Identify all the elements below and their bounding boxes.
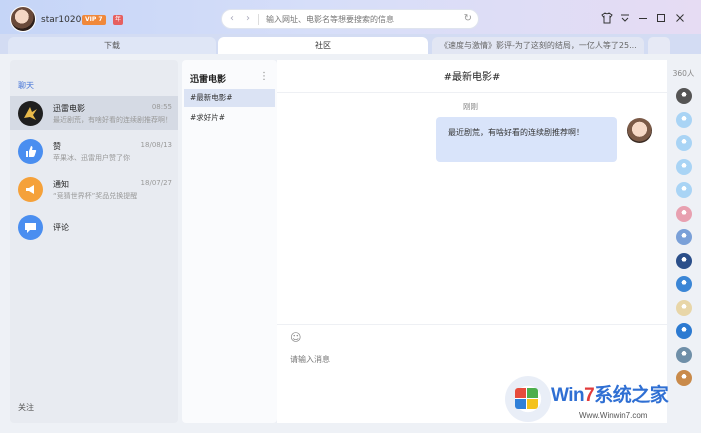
member-panel: 360人 (668, 60, 699, 423)
chat-item-movie[interactable]: 迅雷电影 08:55 最近剧荒，有啥好看的连续剧推荐啊！ (10, 96, 178, 130)
address-separator (258, 14, 259, 25)
member-avatar[interactable] (676, 205, 692, 222)
shirt-icon[interactable] (601, 12, 613, 24)
member-avatar[interactable] (676, 229, 692, 245)
windows-logo-icon (505, 376, 551, 422)
member-avatar[interactable] (676, 346, 692, 363)
chat-item-preview: 苹果冰、迅雷用户赞了你 (53, 154, 130, 162)
chat-item-title: 迅雷电影 (53, 104, 85, 113)
username[interactable]: star1020 (41, 15, 81, 25)
chat-item-likes[interactable]: 赞 18/08/13 苹果冰、迅雷用户赞了你 (10, 134, 178, 168)
new-tab-button[interactable] (648, 37, 670, 54)
vip-badge[interactable]: VIP 7 (82, 15, 106, 25)
chevron-left-icon[interactable]: ‹ (230, 12, 234, 26)
address-input[interactable] (266, 12, 456, 26)
chevron-right-icon[interactable]: › (246, 12, 250, 26)
chat-title: #最新电影# (443, 72, 501, 83)
member-count: 360人 (672, 69, 695, 78)
sender-avatar[interactable] (627, 118, 652, 143)
member-avatar[interactable] (676, 111, 692, 128)
watermark-url: Www.Winwin7.com (579, 411, 648, 420)
chat-item-comments[interactable]: 评论 (10, 210, 178, 244)
chat-item-preview: 最近剧荒，有啥好看的连续剧推荐啊！ (53, 116, 171, 124)
refresh-icon[interactable]: ↻ (464, 12, 472, 26)
user-avatar[interactable] (10, 6, 36, 32)
group-title: 迅雷电影 (190, 75, 227, 85)
tab-movie-review[interactable]: 《速度与激情》影评-为了这刻的结局，一亿人等了25... (432, 37, 644, 54)
maximize-icon[interactable] (655, 12, 667, 24)
chat-item-title: 评论 (53, 223, 69, 232)
follow-link[interactable]: 关注 (18, 402, 34, 413)
thumbs-up-icon (18, 139, 43, 164)
chat-item-time: 18/07/27 (140, 179, 172, 187)
movie-logo-icon (18, 101, 43, 126)
topic-item-latest-movies[interactable]: #最新电影# (184, 89, 275, 107)
topic-item-seeking-films[interactable]: #求好片# (184, 109, 275, 127)
member-avatar[interactable] (676, 299, 692, 316)
minimize-icon[interactable] (637, 12, 649, 24)
input-divider (277, 324, 667, 325)
member-avatar[interactable] (676, 182, 692, 198)
chat-sidebar: 聊天 迅雷电影 08:55 最近剧荒，有啥好看的连续剧推荐啊！ 赞 18/08/… (10, 60, 178, 423)
close-icon[interactable] (674, 12, 686, 24)
comment-icon (18, 215, 43, 240)
chat-item-time: 18/08/13 (140, 141, 172, 149)
message-bubble[interactable]: 最近剧荒，有啥好看的连续剧推荐啊！ (436, 117, 617, 162)
member-avatar[interactable] (676, 323, 692, 339)
year-badge: 年 (113, 15, 123, 25)
smiley-icon[interactable]: ☺ (290, 331, 301, 344)
dropdown-icon[interactable] (619, 12, 631, 24)
chat-item-notice[interactable]: 通知 18/07/27 “竞猜世界杯”奖品兑换提醒 (10, 172, 178, 206)
tab-community[interactable]: 社区 (218, 37, 428, 54)
chat-item-preview: “竞猜世界杯”奖品兑换提醒 (53, 192, 138, 200)
message-timestamp: 刚刚 (463, 102, 478, 111)
member-avatar[interactable] (676, 135, 692, 151)
member-avatar[interactable] (676, 276, 692, 292)
topic-list-panel: 迅雷电影 ⋮ #最新电影# #求好片# (182, 60, 277, 423)
tab-download[interactable]: 下载 (8, 37, 216, 54)
member-avatar[interactable] (676, 158, 692, 175)
title-bar: star1020 VIP 7 年 ‹ › ↻ (0, 0, 701, 34)
tab-strip: 下载 社区 《速度与激情》影评-为了这刻的结局，一亿人等了25... (0, 34, 701, 54)
watermark-brand: Win7系统之家 (551, 385, 669, 406)
address-bar: ‹ › ↻ (221, 9, 479, 29)
member-avatar[interactable] (676, 88, 692, 104)
header-divider (277, 92, 667, 93)
chat-item-time: 08:55 (151, 103, 172, 111)
chat-item-title: 赞 (53, 142, 61, 151)
section-chat-label: 聊天 (18, 81, 34, 90)
site-watermark: Win7系统之家 Www.Winwin7.com (505, 374, 695, 430)
message-input[interactable] (290, 352, 650, 366)
megaphone-icon (18, 177, 43, 202)
member-avatar[interactable] (676, 252, 692, 269)
chat-area: #最新电影# 刚刚 最近剧荒，有啥好看的连续剧推荐啊！ ☺ (277, 60, 667, 423)
more-vertical-icon[interactable]: ⋮ (259, 71, 269, 82)
chat-item-title: 通知 (53, 180, 69, 189)
